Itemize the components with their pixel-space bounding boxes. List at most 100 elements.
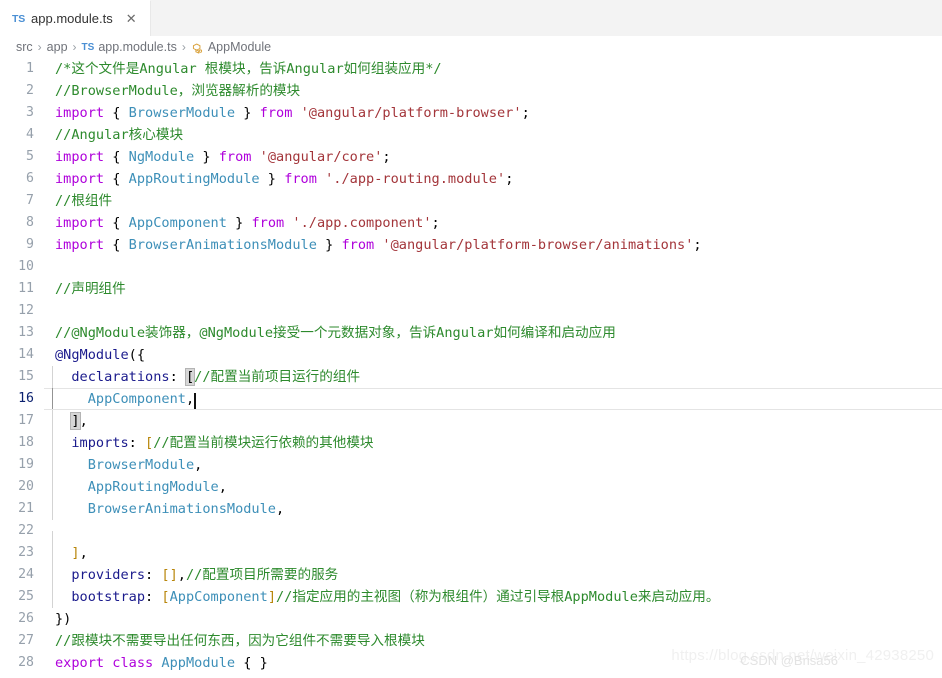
code-line-content[interactable]: import { AppRoutingModule } from './app-… xyxy=(44,168,942,190)
code-token: AppComponent xyxy=(87,391,186,407)
code-line-content[interactable]: //声明组件 xyxy=(44,278,942,300)
line-number: 12 xyxy=(18,303,34,318)
line-number: 16 xyxy=(18,391,34,406)
code-line[interactable]: 8 import { AppComponent } from './app.com… xyxy=(0,212,942,234)
code-line[interactable]: 24 providers: [],//配置项目所需要的服务 xyxy=(0,564,942,586)
code-line[interactable]: 1 /*这个文件是Angular 根模块，告诉Angular如何组装应用*/ xyxy=(0,58,942,80)
code-line-content[interactable]: ], xyxy=(44,410,942,432)
watermark-author: CSDN @Brisa56 xyxy=(740,653,838,668)
code-line[interactable]: 4 //Angular核心模块 xyxy=(0,124,942,146)
line-number: 9 xyxy=(26,237,34,252)
code-line[interactable]: 21 BrowserAnimationsModule, xyxy=(0,498,942,520)
editor-tab-app-module-ts[interactable]: TS app.module.ts ✕ xyxy=(0,0,151,36)
code-line-content[interactable]: bootstrap: [AppComponent]//指定应用的主视图（称为根组… xyxy=(44,586,942,608)
code-line-content[interactable]: //@NgModule装饰器，@NgModule接受一个元数据对象，告诉Angu… xyxy=(44,322,942,344)
vscode-editor-window: TS app.module.ts ✕ src › app › TS app.mo… xyxy=(0,0,942,678)
code-token: { xyxy=(104,149,129,165)
line-number: 11 xyxy=(18,281,34,296)
code-line[interactable]: 5 import { NgModule } from '@angular/core… xyxy=(0,146,942,168)
code-line[interactable]: 7 //根组件 xyxy=(0,190,942,212)
code-line[interactable]: 11 //声明组件 xyxy=(0,278,942,300)
editor-tab-label: app.module.ts xyxy=(31,11,113,26)
code-line-content[interactable]: //根组件 xyxy=(44,190,942,212)
code-token: , xyxy=(177,567,186,583)
code-token: ; xyxy=(521,105,530,121)
code-line-content[interactable]: declarations: [//配置当前项目运行的组件 xyxy=(44,366,942,388)
code-line[interactable]: 25 bootstrap: [AppComponent]//指定应用的主视图（称… xyxy=(0,586,942,608)
code-token: { xyxy=(104,237,129,253)
code-token: , xyxy=(79,413,88,429)
breadcrumb-item-src[interactable]: src xyxy=(16,40,33,54)
code-token: imports xyxy=(55,435,129,451)
code-line-content[interactable]: imports: [//配置当前模块运行依赖的其他模块 xyxy=(44,432,942,454)
code-token: NgModule xyxy=(128,149,195,165)
module-symbol-icon xyxy=(191,42,204,55)
code-line-content[interactable]: //Angular核心模块 xyxy=(44,124,942,146)
code-token: ; xyxy=(505,171,514,187)
code-line-content[interactable]: AppRoutingModule, xyxy=(44,476,942,498)
code-line-content[interactable]: }) xyxy=(44,608,942,630)
indent-guide xyxy=(52,432,53,454)
code-token: }) xyxy=(55,611,72,627)
line-number: 27 xyxy=(18,633,34,648)
code-line[interactable]: 15 declarations: [//配置当前项目运行的组件 xyxy=(0,366,942,388)
code-line-content[interactable]: import { BrowserAnimationsModule } from … xyxy=(44,234,942,256)
breadcrumb-item-app[interactable]: app xyxy=(47,40,68,54)
breadcrumb-item-file[interactable]: TS app.module.ts xyxy=(82,40,177,54)
code-line[interactable]: 10 xyxy=(0,256,942,278)
indent-guide xyxy=(52,454,53,476)
code-line-content[interactable]: @NgModule({ xyxy=(44,344,942,366)
code-line-content[interactable]: BrowserModule, xyxy=(44,454,942,476)
code-line[interactable]: 17 ], xyxy=(0,410,942,432)
code-line[interactable]: 13 //@NgModule装饰器，@NgModule接受一个元数据对象，告诉An… xyxy=(0,322,942,344)
code-line[interactable]: 6 import { AppRoutingModule } from './app… xyxy=(0,168,942,190)
code-line[interactable]: 3 import { BrowserModule } from '@angular… xyxy=(0,102,942,124)
code-line[interactable]: 12 xyxy=(0,300,942,322)
code-token: { xyxy=(104,215,129,231)
code-line-content[interactable]: BrowserAnimationsModule, xyxy=(44,498,942,520)
line-number: 28 xyxy=(18,655,34,670)
typescript-file-icon: TS xyxy=(81,41,95,53)
code-token: './app-routing.module' xyxy=(325,171,506,187)
code-line-content[interactable]: providers: [],//配置项目所需要的服务 xyxy=(44,564,942,586)
code-token: [ xyxy=(184,368,196,386)
line-number: 25 xyxy=(18,589,34,604)
code-line-content[interactable]: //BrowserModule，浏览器解析的模块 xyxy=(44,80,942,102)
code-line[interactable]: 26}) xyxy=(0,608,942,630)
code-token: from xyxy=(284,171,317,187)
code-line[interactable]: 20 AppRoutingModule, xyxy=(0,476,942,498)
code-line-content[interactable]: import { NgModule } from '@angular/core'… xyxy=(44,146,942,168)
code-token: import xyxy=(55,171,105,187)
code-line[interactable]: 14 @NgModule({ xyxy=(0,344,942,366)
code-line[interactable]: 18 imports: [//配置当前模块运行依赖的其他模块 xyxy=(0,432,942,454)
code-line-content[interactable]: /*这个文件是Angular 根模块，告诉Angular如何组装应用*/ xyxy=(44,58,942,80)
breadcrumb: src › app › TS app.module.ts › AppModule xyxy=(0,36,942,58)
code-line[interactable]: 2 //BrowserModule，浏览器解析的模块 xyxy=(0,80,942,102)
code-token: BrowserAnimationsModule xyxy=(87,501,276,517)
breadcrumb-item-symbol[interactable]: AppModule xyxy=(191,40,271,54)
code-editor[interactable]: 1 /*这个文件是Angular 根模块，告诉Angular如何组装应用*/ 2 //… xyxy=(0,58,942,678)
code-line-content[interactable]: ], xyxy=(44,542,942,564)
code-line[interactable]: 22 xyxy=(0,520,942,553)
code-line[interactable]: 16 AppComponent, xyxy=(0,388,942,410)
code-line[interactable]: 23 ], xyxy=(0,542,942,564)
code-token: , xyxy=(276,501,285,517)
code-line-content[interactable]: import { AppComponent } from './app.comp… xyxy=(44,212,942,234)
code-token: { } xyxy=(235,655,268,671)
code-line[interactable]: 19 BrowserModule, xyxy=(0,454,942,476)
code-token: AppComponent xyxy=(169,589,268,605)
typescript-file-icon: TS xyxy=(12,12,26,25)
code-token: import xyxy=(55,149,105,165)
code-token: { xyxy=(104,105,129,121)
code-token: from xyxy=(341,237,375,253)
close-icon[interactable]: ✕ xyxy=(123,10,140,27)
code-line-content[interactable]: import { BrowserModule } from '@angular/… xyxy=(44,102,942,124)
code-line-content[interactable]: AppComponent, xyxy=(44,388,942,410)
code-lines-container[interactable]: 1 /*这个文件是Angular 根模块，告诉Angular如何组装应用*/ 2 //… xyxy=(0,58,942,674)
code-token: //BrowserModule，浏览器解析的模块 xyxy=(55,83,301,99)
code-line[interactable]: 9 import { BrowserAnimationsModule } from… xyxy=(0,234,942,256)
